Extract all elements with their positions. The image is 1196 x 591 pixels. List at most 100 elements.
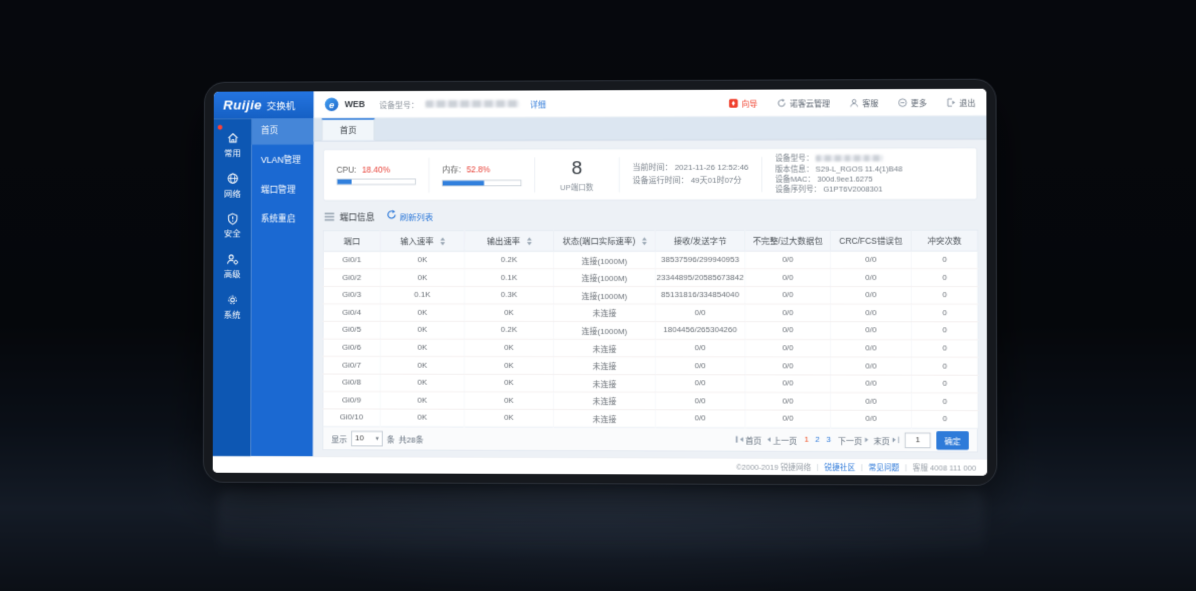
prev-page-icon — [767, 437, 770, 442]
more-icon — [898, 97, 908, 107]
table-cell: Gi0/2 — [323, 269, 380, 287]
first-page-button[interactable]: 首页 — [736, 433, 761, 445]
top-bar: Ruijie 交换机 e WEB 设备型号： 详细 向导 诺客云管理 客服 — [214, 89, 987, 119]
table-cell: Gi0/8 — [323, 374, 380, 392]
main-area: 首页 CPU: 18.40% 内存: 52.8% — [313, 116, 987, 459]
sidebar-submenu: 首页 VLAN管理 端口管理 系统重启 — [251, 118, 314, 456]
serial-label: 设备序列号： — [775, 185, 821, 194]
memory-value: 52.8% — [466, 165, 490, 175]
sidebar-group-system[interactable]: 系统 — [213, 287, 251, 328]
submenu-item-port[interactable]: 端口管理 — [251, 177, 313, 203]
table-cell: 0K — [380, 392, 464, 410]
table-row: Gi0/30.1K0.3K连接(1000M)85131816/334854040… — [323, 286, 978, 304]
up-port-label: UP端口数 — [560, 181, 593, 192]
table-cell: Gi0/5 — [323, 321, 380, 339]
uptime-label: 设备运行时间： — [632, 176, 688, 185]
current-time-label: 当前时间： — [632, 163, 672, 172]
unit-label: 条 — [387, 432, 395, 444]
tab-strip: 首页 — [314, 116, 987, 141]
table-cell: 0K — [464, 357, 553, 375]
monitor-bezel: Ruijie 交换机 e WEB 设备型号： 详细 向导 诺客云管理 客服 — [204, 80, 996, 485]
table-cell: 23344895/20585673842 — [655, 269, 745, 287]
table-cell: 0/0 — [745, 269, 830, 287]
sidebar-group-common[interactable]: 常用 — [214, 125, 252, 166]
submenu-item-reboot[interactable]: 系统重启 — [251, 206, 313, 232]
port-table-head-row: 端口输入速率输出速率状态(端口实际速率)接收/发送字节不完整/过大数据包CRC/… — [323, 230, 977, 251]
column-header: 冲突次数 — [911, 230, 977, 251]
page-number[interactable]: 1 — [803, 435, 811, 444]
brand-logo: Ruijie 交换机 — [214, 91, 314, 118]
table-cell: 0 — [911, 375, 978, 393]
refresh-list-link[interactable]: 刷新列表 — [386, 209, 433, 223]
page-nav: 首页 上一页 123 下一页 末页 — [736, 430, 969, 449]
table-cell: 0/0 — [745, 392, 830, 410]
submenu-item-vlan[interactable]: VLAN管理 — [251, 148, 313, 174]
table-row: Gi0/80K0K未连接0/00/00/00 — [323, 374, 978, 393]
sort-icon[interactable] — [440, 238, 445, 246]
table-cell: 0K — [380, 321, 464, 339]
memory-bar — [442, 179, 522, 186]
table-cell: 0/0 — [745, 339, 830, 357]
faq-link[interactable]: 常见问题 — [868, 462, 899, 473]
table-cell: 0/0 — [745, 286, 830, 304]
sidebar-icon-column: 常用 网络 安全 高级 系统 — [213, 119, 252, 457]
column-header[interactable]: 状态(端口实际速率) — [554, 230, 656, 251]
top-bar-right: e WEB 设备型号： 详细 向导 诺客云管理 客服 更多 — [314, 89, 987, 119]
page-number[interactable]: 2 — [814, 435, 822, 444]
sidebar-group-security[interactable]: 安全 — [213, 206, 251, 247]
page-numbers: 123 — [803, 435, 833, 444]
table-row: Gi0/10K0.2K连接(1000M)38537596/2999409530/… — [323, 251, 977, 269]
copyright-text: ©2000-2019 锐捷网络 — [736, 461, 811, 473]
content: CPU: 18.40% 内存: 52.8% 8 U — [313, 139, 987, 458]
sort-icon[interactable] — [642, 237, 647, 245]
table-cell: 0 — [912, 411, 979, 429]
table-cell: 0/0 — [745, 322, 830, 340]
header-nav-cloud-manage[interactable]: 诺客云管理 — [777, 97, 830, 109]
table-cell: Gi0/10 — [323, 409, 380, 427]
sort-icon[interactable] — [527, 237, 532, 245]
header-nav-more[interactable]: 更多 — [898, 96, 927, 108]
table-cell: 0/0 — [655, 410, 745, 428]
table-cell: 0/0 — [831, 339, 912, 357]
eweb-label: WEB — [345, 99, 365, 109]
detail-link[interactable]: 详细 — [530, 98, 546, 110]
first-page-icon — [736, 436, 737, 442]
table-cell: 0/0 — [831, 304, 912, 322]
table-cell: 0/0 — [655, 339, 745, 357]
table-cell: 0/0 — [831, 357, 912, 375]
table-cell: 0 — [911, 357, 978, 375]
tab-home[interactable]: 首页 — [322, 118, 375, 140]
page-number[interactable]: 3 — [825, 435, 833, 444]
table-cell: Gi0/3 — [323, 286, 380, 304]
total-count: 共28条 — [399, 432, 424, 444]
table-cell: 未连接 — [554, 304, 656, 322]
notification-dot — [218, 125, 223, 130]
table-cell: 0K — [380, 374, 464, 392]
column-header: CRC/FCS错误包 — [830, 230, 911, 251]
jump-page-input[interactable] — [905, 432, 931, 447]
sidebar-group-network[interactable]: 网络 — [214, 165, 252, 206]
table-cell: 0K — [380, 357, 464, 375]
table-cell: 0/0 — [831, 286, 912, 304]
sidebar-group-advanced[interactable]: 高级 — [213, 246, 251, 287]
column-header[interactable]: 输入速率 — [380, 231, 464, 252]
last-page-button[interactable]: 末页 — [874, 434, 900, 446]
community-link[interactable]: 锐捷社区 — [824, 461, 855, 472]
table-cell: 0/0 — [655, 304, 745, 322]
page-size-select[interactable]: 10 ▾ — [351, 431, 383, 446]
table-cell: 0K — [464, 304, 553, 322]
header-nav-logout[interactable]: 退出 — [946, 96, 975, 108]
current-time-value: 2021-11-26 12:52:46 — [675, 163, 749, 172]
table-cell: 0K — [464, 392, 553, 410]
column-header: 不完整/过大数据包 — [745, 230, 830, 251]
table-row: Gi0/100K0K未连接0/00/00/00 — [323, 409, 978, 428]
table-cell: 1804456/265304260 — [655, 322, 745, 340]
submenu-item-home[interactable]: 首页 — [251, 118, 313, 144]
header-nav-support[interactable]: 客服 — [849, 96, 878, 108]
next-page-button[interactable]: 下一页 — [838, 434, 868, 446]
table-cell: 0/0 — [831, 322, 912, 340]
confirm-button[interactable]: 确定 — [936, 431, 969, 450]
header-nav-wizard[interactable]: 向导 — [729, 97, 758, 109]
column-header[interactable]: 输出速率 — [464, 230, 553, 251]
prev-page-button[interactable]: 上一页 — [767, 433, 797, 445]
